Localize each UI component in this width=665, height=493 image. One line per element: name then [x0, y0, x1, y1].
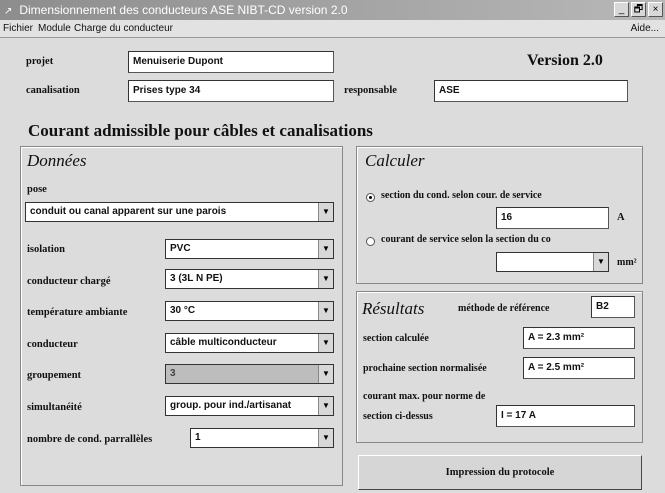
radio-section[interactable] [366, 193, 375, 202]
courant-service-input[interactable]: 16 [496, 207, 609, 229]
courant-max-label-1: courant max. pour norme de [363, 391, 486, 402]
menu-bar: Fichier Module Charge du conducteur Aide… [0, 20, 665, 38]
app-icon: ↗ [4, 6, 13, 17]
resultats-title: Résultats [362, 299, 425, 318]
section-calculee-field: A = 2.3 mm² [523, 327, 635, 349]
projet-label: projet [26, 56, 54, 67]
chevron-down-icon[interactable]: ▼ [318, 270, 333, 288]
canalisation-field[interactable]: Prises type 34 [128, 80, 334, 102]
calculer-title: Calculer [365, 151, 425, 170]
courant-unit: A [617, 212, 625, 223]
isolation-select[interactable]: PVC ▼ [165, 239, 334, 259]
option-section-label[interactable]: section du cond. selon cour. de service [381, 190, 542, 201]
section-calculee-label: section calculée [363, 333, 429, 344]
courant-max-field: I = 17 A [496, 405, 635, 427]
option-courant-label[interactable]: courant de service selon la section du c… [381, 234, 594, 245]
conducteur-label: conducteur [27, 339, 78, 350]
canalisation-label: canalisation [26, 85, 80, 96]
window-title: Dimensionnement des conducteurs ASE NIBT… [19, 3, 348, 17]
conducteur-value: câble multiconducteur [170, 337, 277, 348]
section-select[interactable]: ▼ [496, 252, 609, 272]
projet-field[interactable]: Menuiserie Dupont [128, 51, 334, 73]
methode-label: méthode de référence [458, 303, 550, 314]
version-label: Version 2.0 [527, 52, 603, 69]
window-controls: _ 🗗 × [614, 2, 663, 17]
nombre-select[interactable]: 1 ▼ [190, 428, 334, 448]
title-bar: ↗ Dimensionnement des conducteurs ASE NI… [0, 0, 665, 20]
simultaneite-value: group. pour ind./artisanat [170, 400, 292, 411]
simultaneite-select[interactable]: group. pour ind./artisanat ▼ [165, 396, 334, 416]
chevron-down-icon[interactable]: ▼ [593, 253, 608, 271]
courant-max-label-2: section ci-dessus [363, 411, 433, 422]
maximize-button[interactable]: 🗗 [631, 2, 646, 17]
section-normalisee-label: prochaine section normalisée [363, 363, 487, 374]
chevron-down-icon[interactable]: ▼ [318, 302, 333, 320]
groupement-label: groupement [27, 370, 82, 381]
temperature-value: 30 °C [170, 305, 196, 316]
minimize-button[interactable]: _ [614, 2, 629, 17]
conducteur-charge-select[interactable]: 3 (3L N PE) ▼ [165, 269, 334, 289]
section-unit: mm² [617, 257, 637, 268]
groupement-select[interactable]: 3 ▼ [165, 364, 334, 384]
conducteur-charge-value: 3 (3L N PE) [170, 273, 223, 284]
temperature-label: température ambiante [27, 307, 128, 318]
chevron-down-icon[interactable]: ▼ [318, 429, 333, 447]
print-protocol-button[interactable]: Impression du protocole [358, 455, 642, 490]
methode-field: B2 [591, 296, 635, 318]
isolation-label: isolation [27, 244, 65, 255]
temperature-select[interactable]: 30 °C ▼ [165, 301, 334, 321]
responsable-field[interactable]: ASE [434, 80, 628, 102]
pose-select[interactable]: conduit ou canal apparent sur une parois… [25, 202, 334, 222]
menu-fichier[interactable]: Fichier [3, 20, 33, 38]
page-title: Courant admissible pour câbles et canali… [28, 121, 373, 140]
chevron-down-icon[interactable]: ▼ [318, 397, 333, 415]
menu-charge[interactable]: Charge du conducteur [74, 20, 173, 38]
chevron-down-icon[interactable]: ▼ [318, 365, 333, 383]
responsable-label: responsable [344, 85, 397, 96]
nombre-value: 1 [195, 432, 201, 443]
pose-label: pose [27, 184, 47, 195]
pose-value: conduit ou canal apparent sur une parois [30, 206, 227, 217]
nombre-label: nombre de cond. parrallèles [27, 434, 153, 445]
conducteur-charge-label: conducteur chargé [27, 276, 111, 287]
conducteur-select[interactable]: câble multiconducteur ▼ [165, 333, 334, 353]
menu-module[interactable]: Module [38, 20, 71, 38]
menu-aide[interactable]: Aide... [631, 20, 659, 38]
donnees-title: Données [27, 151, 87, 170]
groupement-value: 3 [170, 368, 176, 379]
radio-courant[interactable] [366, 237, 375, 246]
simultaneite-label: simultanéité [27, 402, 82, 413]
chevron-down-icon[interactable]: ▼ [318, 240, 333, 258]
section-normalisee-field: A = 2.5 mm² [523, 357, 635, 379]
chevron-down-icon[interactable]: ▼ [318, 203, 333, 221]
chevron-down-icon[interactable]: ▼ [318, 334, 333, 352]
isolation-value: PVC [170, 243, 191, 254]
close-button[interactable]: × [648, 2, 663, 17]
